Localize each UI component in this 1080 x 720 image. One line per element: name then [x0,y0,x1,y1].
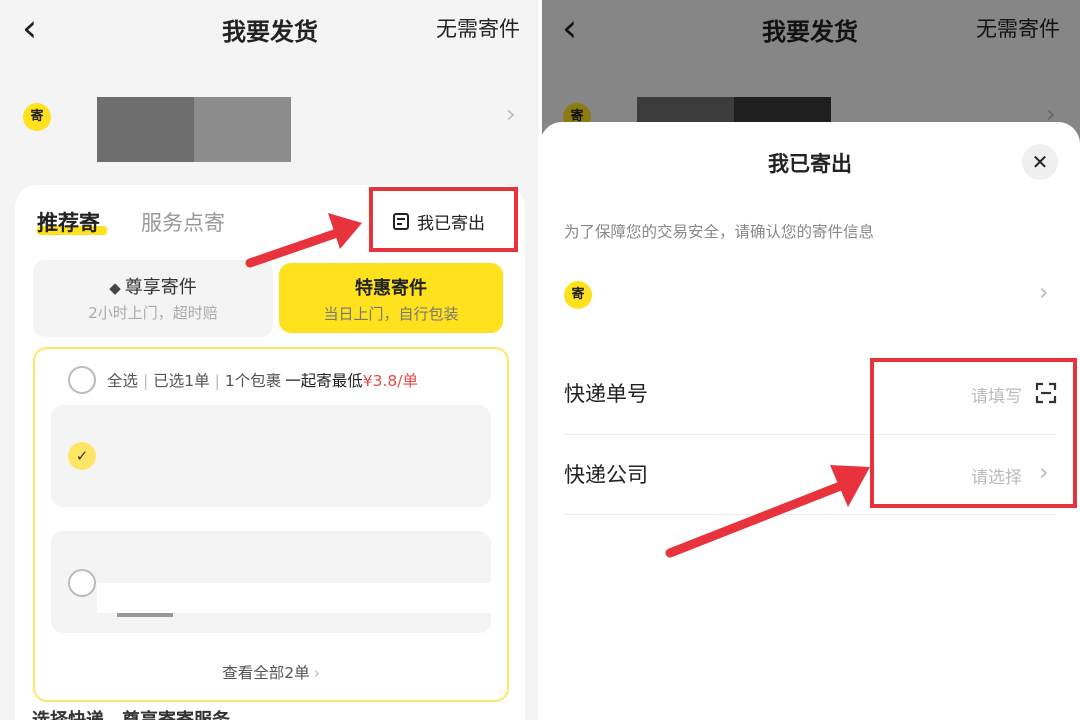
redacted-image [97,97,194,162]
security-notice: 为了保障您的交易安全，请确认您的寄件信息 [564,223,875,241]
service-premium-name: 尊享寄件 [124,277,197,298]
right-screen: ‹ 我要发货 无需寄件 寄 › 我已寄出 ✕ 为了保障您的交易安全，请确认您的寄… [540,0,1080,720]
promo-price: ¥3.8/单 [362,372,418,390]
tab-service-point[interactable]: 服务点寄 [141,207,225,237]
check-icon[interactable]: ✓ [68,442,96,470]
view-all-link[interactable]: 查看全部2单 › [35,661,507,683]
tab-recommended[interactable]: 推荐寄 [37,207,100,237]
order-item[interactable] [51,531,491,633]
divider [538,0,542,720]
package-count: 1个包裹 [224,372,282,390]
service-premium-sub: 2小时上门，超时赔 [88,304,218,322]
close-icon[interactable]: ✕ [1022,144,1058,180]
promo-label: 一起寄最低 [285,372,363,390]
view-all-label: 查看全部2单 [222,664,310,682]
bottom-cut-text: 选择快递，尊享寄寄服务 [32,706,230,720]
selection-summary: 全选 | 已选1单 | 1个包裹 一起寄最低¥3.8/单 [107,372,418,390]
redacted-image [194,97,291,162]
redacted-image [97,583,491,613]
annotation-box [870,358,1077,508]
header: ‹ 我要发货 无需寄件 [0,0,540,60]
tracking-number-label: 快递单号 [564,382,648,406]
order-item[interactable]: ✓ [51,405,491,507]
left-screen: ‹ 我要发货 无需寄件 寄 › 推荐寄 服务点寄 我已寄出 ◆ 尊享寄件 2小时上… [0,0,540,720]
redacted-image [117,613,173,617]
select-all-label: 全选 [107,372,139,390]
service-discount-name: 特惠寄件 [355,278,427,299]
sheet-title: 我已寄出 [768,152,852,176]
courier-company-label: 快递公司 [564,463,648,487]
sender-badge: 寄 [23,103,51,131]
service-premium[interactable]: ◆ 尊享寄件 2小时上门，超时赔 [33,260,273,337]
no-ship-button[interactable]: 无需寄件 [436,13,520,43]
chevron-right-icon[interactable]: › [1039,278,1049,306]
chevron-right-icon[interactable]: › [506,100,516,128]
annotation-arrow-icon [665,465,870,558]
annotation-box [369,187,518,252]
order-list: 全选 | 已选1单 | 1个包裹 一起寄最低¥3.8/单 ✓ 查看全部2单 › [33,347,509,702]
service-discount-sub: 当日上门，自行包装 [323,305,459,323]
select-all-radio[interactable] [68,366,96,394]
order-radio[interactable] [68,569,96,597]
annotation-arrow-icon [245,213,362,268]
chevron-right-icon: › [313,664,320,682]
selected-count: 已选1单 [153,372,210,390]
sender-badge: 寄 [564,281,592,309]
diamond-icon: ◆ [109,279,121,297]
